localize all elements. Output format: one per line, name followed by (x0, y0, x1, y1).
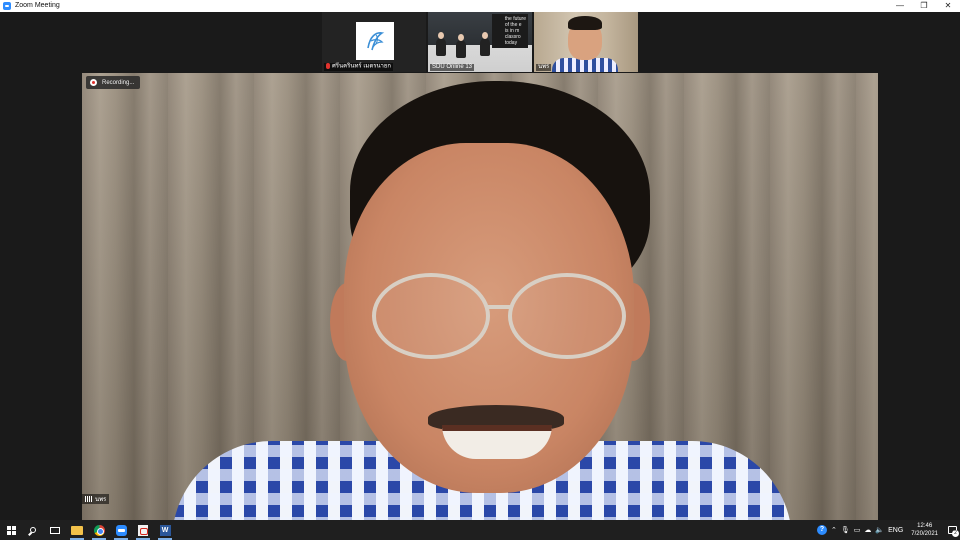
restore-button[interactable]: ❐ (912, 0, 936, 12)
participant-tile-room[interactable]: the future of the e is in m classro toda… (428, 12, 532, 72)
network-icon: ▭ (853, 527, 861, 534)
tray-clock[interactable]: 12:46 7/20/2021 (905, 522, 944, 538)
speaker-thumb-shirt (552, 58, 618, 72)
participant-name: ศรีนครินทร์ เมตรนายก (324, 63, 394, 71)
close-button[interactable]: ✕ (936, 0, 960, 12)
participant-logo (356, 22, 394, 60)
taskbar-file-explorer[interactable] (66, 520, 88, 540)
search-icon (30, 527, 36, 533)
minimize-button[interactable]: — (888, 0, 912, 12)
window-title: Zoom Meeting (15, 2, 60, 9)
participant-strip: ศรีนครินทร์ เมตรนายก the future of the e… (322, 12, 638, 72)
speaker-name-tag: นพร (82, 494, 110, 504)
participant-name: นพร (536, 64, 552, 71)
tray-microphone[interactable]: 🎙 (839, 520, 852, 540)
room-person (480, 32, 490, 56)
recording-label: Recording... (102, 79, 135, 86)
taskbar-acrobat[interactable] (132, 520, 154, 540)
taskbar-zoom[interactable] (110, 520, 132, 540)
notification-badge: 2 (952, 530, 959, 537)
tray-zoom-help[interactable]: ? (815, 520, 829, 540)
clock-date: 7/20/2021 (911, 531, 938, 537)
connection-signal-icon (85, 496, 93, 502)
chrome-icon (93, 524, 105, 536)
recording-indicator[interactable]: Recording... (86, 76, 141, 89)
acrobat-icon (138, 524, 148, 536)
start-button[interactable] (0, 520, 22, 540)
window-controls: — ❐ ✕ (888, 0, 960, 12)
participant-tile-speaker[interactable]: นพร (534, 12, 638, 72)
folder-icon (71, 525, 83, 535)
chevron-up-icon: ⌃ (831, 527, 837, 534)
speaker-icon: 🔈 (875, 527, 885, 534)
search-button[interactable] (22, 520, 44, 540)
tray-language[interactable]: ENG (886, 520, 905, 540)
room-person (456, 34, 466, 58)
room-screen-text: the future of the e is in m classro toda… (504, 16, 526, 46)
task-view-button[interactable] (44, 520, 66, 540)
window-titlebar: Zoom Meeting — ❐ ✕ (0, 0, 960, 12)
task-view-icon (50, 526, 60, 534)
action-center-button[interactable]: 2 (944, 520, 960, 540)
meeting-area: ศรีนครินทร์ เมตรนายก the future of the e… (0, 12, 960, 520)
speaker-name: นพร (95, 497, 107, 503)
help-icon: ? (817, 525, 828, 535)
zoom-icon (115, 524, 127, 536)
windows-logo-icon (6, 525, 16, 535)
tray-show-hidden[interactable]: ⌃ (829, 520, 839, 540)
mic-muted-icon (326, 63, 330, 70)
speaker-thumb-hair (568, 16, 602, 30)
glasses-bridge (486, 305, 512, 309)
glasses-lens-left (372, 273, 490, 359)
clock-time: 12:46 (917, 523, 933, 529)
room-person (436, 32, 446, 56)
speaker-smile (442, 425, 552, 459)
tray-network[interactable]: ▭ (852, 520, 863, 540)
taskbar-word[interactable]: W (154, 520, 176, 540)
taskbar-chrome[interactable] (88, 520, 110, 540)
system-tray: ? ⌃ 🎙 ▭ ☁ 🔈 ENG 12:46 7/20/2021 2 (815, 520, 960, 540)
word-icon: W (159, 524, 171, 536)
tray-onedrive[interactable]: ☁ (862, 520, 873, 540)
zoom-app-icon (3, 2, 11, 10)
cloud-icon: ☁ (864, 527, 872, 534)
recording-icon (90, 79, 97, 86)
university-logo-icon (367, 32, 385, 51)
microphone-icon: 🎙 (840, 527, 850, 534)
participant-tile-logo[interactable]: ศรีนครินทร์ เมตรนายก (322, 12, 426, 72)
active-speaker-video[interactable] (82, 73, 878, 520)
windows-taskbar: W ? ⌃ 🎙 ▭ ☁ 🔈 ENG 12:46 7/20/2021 2 (0, 520, 960, 540)
participant-name: SDU Online 13 (430, 64, 475, 71)
tray-volume[interactable]: 🔈 (873, 520, 886, 540)
glasses-lens-right (508, 273, 626, 359)
